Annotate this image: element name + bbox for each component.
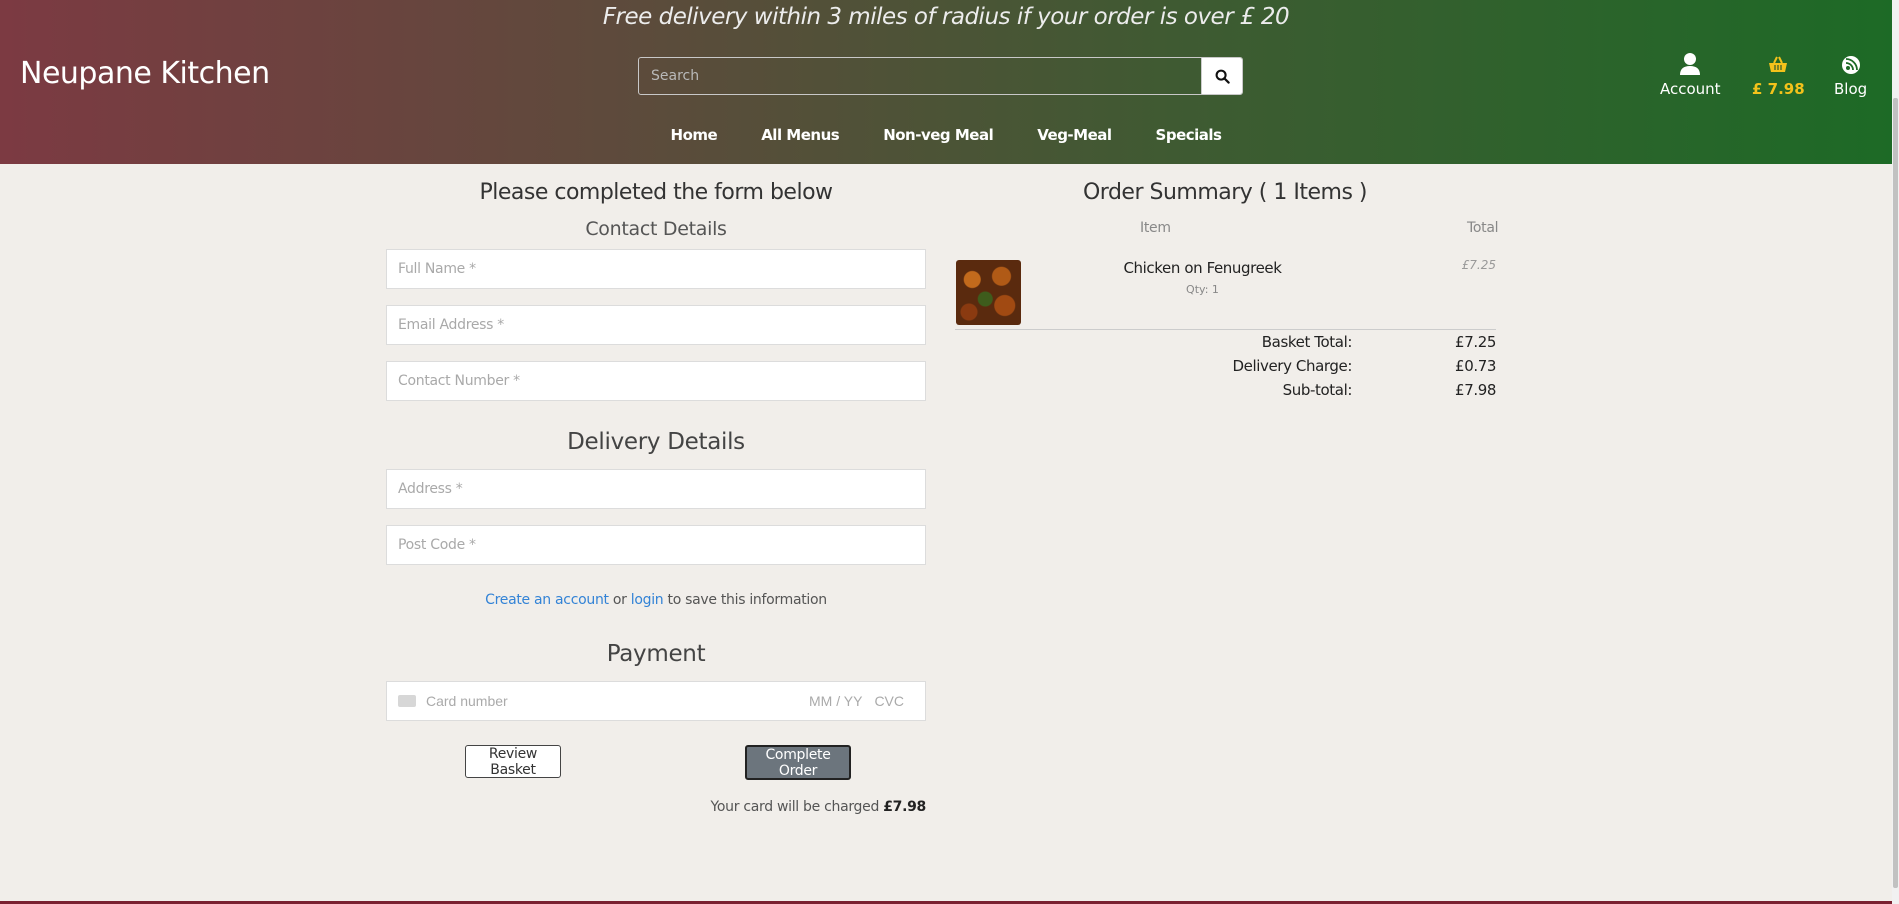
full-name-field[interactable] — [386, 249, 926, 289]
basket-icon — [1752, 52, 1805, 78]
charge-amount: £7.98 — [883, 799, 926, 815]
order-summary-title: Order Summary ( 1 Items ) — [1082, 180, 1368, 205]
promo-banner: Free delivery within 3 miles of radius i… — [602, 4, 1290, 30]
summary-divider — [955, 329, 1496, 330]
subtotal-label: Sub-total: — [1282, 381, 1353, 399]
search-bar — [638, 57, 1243, 95]
user-icon — [1660, 52, 1721, 78]
card-number-field[interactable]: Card number — [426, 693, 809, 709]
contact-number-field[interactable] — [386, 361, 926, 401]
search-input[interactable] — [639, 58, 1201, 94]
nav-all-menus[interactable]: All Menus — [739, 126, 861, 144]
payment-title: Payment — [606, 641, 706, 667]
save-info-text: to save this information — [667, 592, 828, 608]
basket-link[interactable]: £ 7.98 — [1752, 52, 1805, 98]
brand-logo[interactable]: Neupane Kitchen — [20, 56, 270, 91]
form-title: Please completed the form below — [479, 180, 833, 205]
nav-non-veg-meal[interactable]: Non-veg Meal — [861, 126, 1015, 144]
scrollbar[interactable] — [1892, 0, 1899, 904]
scrollbar-thumb[interactable] — [1893, 98, 1898, 888]
basket-total-label: Basket Total: — [1261, 333, 1353, 351]
create-account-link[interactable]: Create an account — [485, 592, 609, 608]
charge-notice: Your card will be charged £7.98 — [386, 799, 927, 815]
nav-veg-meal[interactable]: Veg-Meal — [1015, 126, 1133, 144]
credit-card-icon — [398, 695, 416, 707]
blog-link[interactable]: Blog — [1834, 52, 1867, 98]
email-field[interactable] — [386, 305, 926, 345]
item-qty: Qty: 1 — [1186, 283, 1219, 296]
account-prompt: Create an account or login to save this … — [386, 592, 926, 608]
delivery-charge-value: £0.73 — [1455, 357, 1496, 375]
account-link[interactable]: Account — [1660, 52, 1721, 98]
post-code-field[interactable] — [386, 525, 926, 565]
blog-label: Blog — [1834, 80, 1868, 98]
card-input[interactable]: Card number MM / YY CVC — [386, 681, 926, 721]
search-icon — [1215, 69, 1230, 84]
basket-total-value: £7.25 — [1455, 333, 1496, 351]
login-link[interactable]: login — [631, 592, 664, 608]
nav-home[interactable]: Home — [649, 126, 740, 144]
item-name: Chicken on Fenugreek — [1123, 259, 1282, 277]
column-header-item: Item — [1140, 220, 1171, 236]
item-price: £7.25 — [1461, 258, 1496, 272]
product-image — [956, 260, 1021, 325]
main-nav: Home All Menus Non-veg Meal Veg-Meal Spe… — [0, 126, 1892, 144]
complete-order-button[interactable]: Complete Order — [745, 745, 851, 780]
delivery-charge-label: Delivery Charge: — [1232, 357, 1352, 375]
account-label: Account — [1660, 80, 1721, 98]
subtotal-value: £7.98 — [1455, 381, 1496, 399]
delivery-details-title: Delivery Details — [567, 429, 745, 455]
review-basket-button[interactable]: Review Basket — [465, 745, 561, 778]
nav-specials[interactable]: Specials — [1134, 126, 1244, 144]
blog-icon — [1834, 52, 1867, 78]
search-button[interactable] — [1201, 58, 1242, 94]
column-header-total: Total — [1467, 220, 1499, 236]
basket-total: £ 7.98 — [1752, 80, 1805, 98]
card-expiry-field[interactable]: MM / YY — [809, 693, 862, 709]
address-field[interactable] — [386, 469, 926, 509]
card-cvc-field[interactable]: CVC — [874, 693, 904, 709]
contact-details-title: Contact Details — [585, 218, 727, 240]
site-header: Free delivery within 3 miles of radius i… — [0, 0, 1892, 164]
charge-text: Your card will be charged — [710, 799, 880, 815]
or-text: or — [612, 592, 627, 608]
